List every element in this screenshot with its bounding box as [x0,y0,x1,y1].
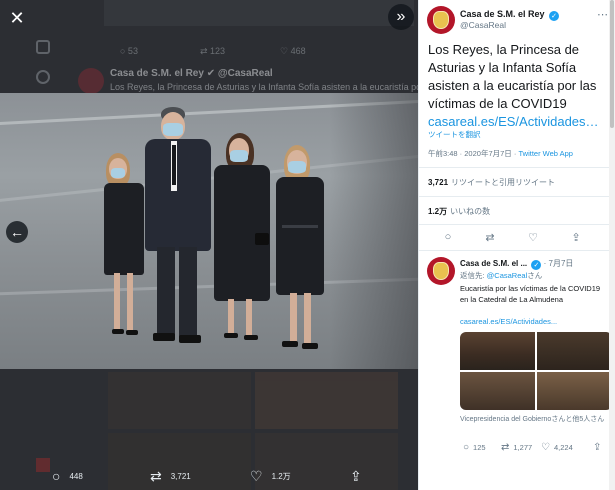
reply-icon: ○ [444,231,452,243]
previous-image-button[interactable]: ← [6,221,28,243]
background-stat: ♡ 468 [280,46,306,56]
reply-mention-link[interactable]: @CasaReal [487,271,528,280]
media-viewer: ○ 53 ⇄ 123 ♡ 468 Casa de S.M. el Rey ✔ @… [0,0,418,490]
reply-link[interactable]: casareal.es/ES/Actividades... [460,317,557,326]
background-media-strip [104,0,414,26]
reply-image[interactable] [537,332,612,370]
notifications-icon [36,40,50,54]
retweets-stat[interactable]: 3,721 リツイートと引用リツイート [428,177,555,188]
royal-crest-icon [433,262,449,280]
panel-scrollbar-thumb[interactable] [610,0,614,128]
photo-person-right [274,145,328,353]
close-icon: ✕ [9,7,25,28]
expand-panel-button[interactable]: » [388,4,414,30]
reply-to-line: 返信先: @CasaRealさん [460,271,543,280]
share-icon: ⇪ [593,442,602,453]
tweet-photo[interactable] [0,93,418,369]
tweet-timestamp: 午前3:48 · 2020年7月7日 · Twitter Web App [428,149,573,158]
tweet-source[interactable]: Twitter Web App [518,149,572,158]
reply-share-button[interactable]: ⇪ [593,442,601,453]
reply-retweet-button[interactable]: ⇄ 1,277 [501,442,532,453]
reply-button[interactable]: ○ 448 [52,462,83,490]
reply-account-name[interactable]: Casa de S.M. el ... ✓ · 7月7日 [460,258,573,270]
share-icon: ⇪ [350,468,362,484]
hashtag-icon [36,70,50,84]
arrow-left-icon: ← [10,224,24,240]
reply-image-grid[interactable] [460,332,612,410]
royal-crest-icon [433,11,449,29]
reply-image[interactable] [460,332,535,370]
heart-icon: ♡ [250,468,263,484]
reply-avatar[interactable] [427,257,455,285]
retweet-count: 3,721 [170,471,191,481]
tweet-text: Los Reyes, la Princesa de Asturias y la … [428,42,599,129]
reply-image[interactable] [460,372,535,410]
photo-shadow [330,93,418,369]
reply-image[interactable] [537,372,612,410]
retweet-icon: ⇄ [150,468,162,484]
background-stat: ○ 53 [120,46,138,56]
reply-count: 448 [69,471,83,481]
reply-like-button[interactable]: ♡ 4,224 [541,442,573,453]
photo-person-king [145,107,215,345]
share-button[interactable]: ⇪ [350,462,362,490]
close-button[interactable]: ✕ [6,7,28,29]
reply-date: 7月7日 [548,259,574,268]
panel-share-button[interactable]: ⇪ [569,231,583,244]
more-options-icon: ⋯ [597,9,608,21]
reply-icon: ○ [463,442,470,453]
tweet-link[interactable]: casareal.es/ES/Actividades… [428,114,599,129]
reply-text: Eucaristía por las víctimas de la COVID1… [460,284,601,304]
account-handle[interactable]: @CasaReal [460,20,506,30]
verified-badge-icon: ✓ [549,11,560,21]
panel-retweet-button[interactable]: ⇄ [483,231,497,244]
retweet-icon: ⇄ [485,232,495,244]
divider [419,196,615,197]
divider [419,250,615,251]
background-stat: ⇄ 123 [200,46,226,56]
background-tweet-text: Los Reyes, la Princesa de Asturias y la … [110,82,418,92]
tweet-panel: Casa de S.M. el Rey ✓ @CasaReal ⋯ Los Re… [418,0,615,490]
likes-stat[interactable]: 1.2万 いいねの数 [428,206,490,217]
more-options-button[interactable]: ⋯ [597,8,608,21]
retweet-button[interactable]: ⇄ 3,721 [150,462,191,490]
reply-icon: ○ [52,468,61,484]
divider [419,167,615,168]
photo-person-left [100,153,150,343]
like-count: 1.2万 [271,471,291,481]
reply-image-caption: Vicepresidencia del Gobiernoさんと他5人さん [460,416,605,423]
heart-icon: ♡ [528,232,538,244]
retweet-icon: ⇄ [501,442,510,453]
background-avatar [78,68,104,94]
account-avatar[interactable] [427,6,455,34]
media-action-bar: ○ 448 ⇄ 3,721 ♡ 1.2万 ⇪ [0,462,418,490]
translate-tweet-link[interactable]: ツイートを翻訳 [428,129,481,140]
background-account-name: Casa de S.M. el Rey ✔ @CasaReal [110,68,273,79]
reply-reply-button[interactable]: ○ 125 [463,442,486,453]
heart-icon: ♡ [541,442,550,453]
photo-person-queen [214,133,272,345]
chevron-double-right-icon: » [396,8,406,25]
panel-reply-button[interactable]: ○ [441,231,455,243]
share-icon: ⇪ [571,232,581,244]
divider [419,224,615,225]
like-button[interactable]: ♡ 1.2万 [250,462,291,490]
verified-badge-icon: ✓ [531,260,542,270]
panel-like-button[interactable]: ♡ [526,231,540,244]
